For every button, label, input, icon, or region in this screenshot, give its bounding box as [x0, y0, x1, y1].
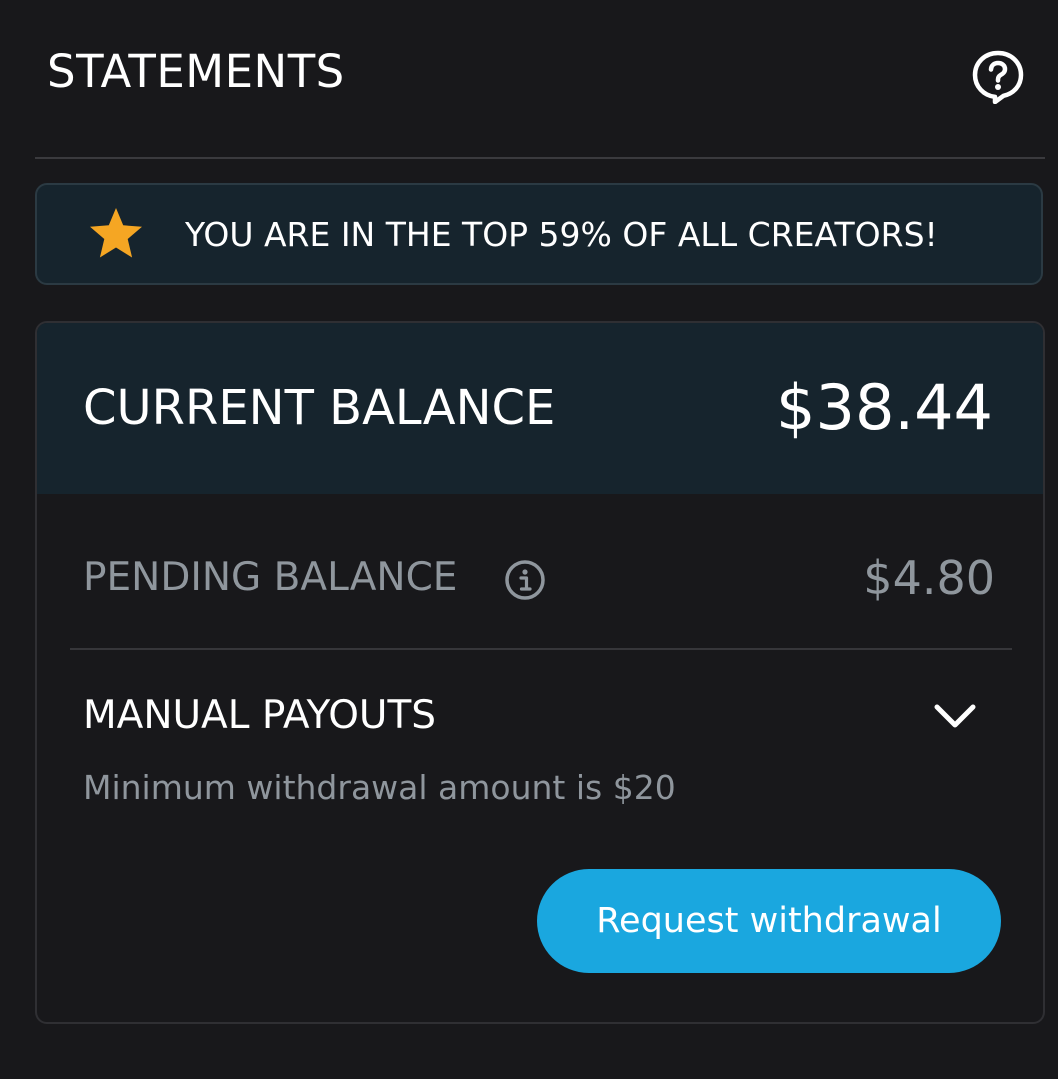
help-icon[interactable] [970, 48, 1026, 105]
page-title: STATEMENTS [47, 45, 345, 98]
chevron-down-icon[interactable] [930, 698, 980, 734]
current-balance-row: CURRENT BALANCE $38.44 [37, 323, 1043, 494]
minimum-withdrawal-text: Minimum withdrawal amount is $20 [83, 768, 676, 807]
current-balance-amount: $38.44 [776, 371, 993, 444]
manual-payouts-label[interactable]: MANUAL PAYOUTS [83, 692, 436, 740]
request-withdrawal-button[interactable]: Request withdrawal [537, 869, 1001, 973]
pending-balance-amount: $4.80 [863, 551, 995, 605]
header-divider [35, 157, 1045, 159]
balance-card: CURRENT BALANCE $38.44 PENDING BALANCE $… [35, 321, 1045, 1024]
statements-header: STATEMENTS [0, 0, 1058, 158]
info-icon[interactable] [504, 559, 546, 601]
star-icon [87, 205, 145, 263]
top-creators-banner: YOU ARE IN THE TOP 59% OF ALL CREATORS! [35, 183, 1043, 285]
card-divider [70, 648, 1012, 650]
banner-text: YOU ARE IN THE TOP 59% OF ALL CREATORS! [185, 215, 938, 254]
pending-balance-label: PENDING BALANCE [83, 555, 458, 600]
current-balance-label: CURRENT BALANCE [83, 380, 556, 436]
